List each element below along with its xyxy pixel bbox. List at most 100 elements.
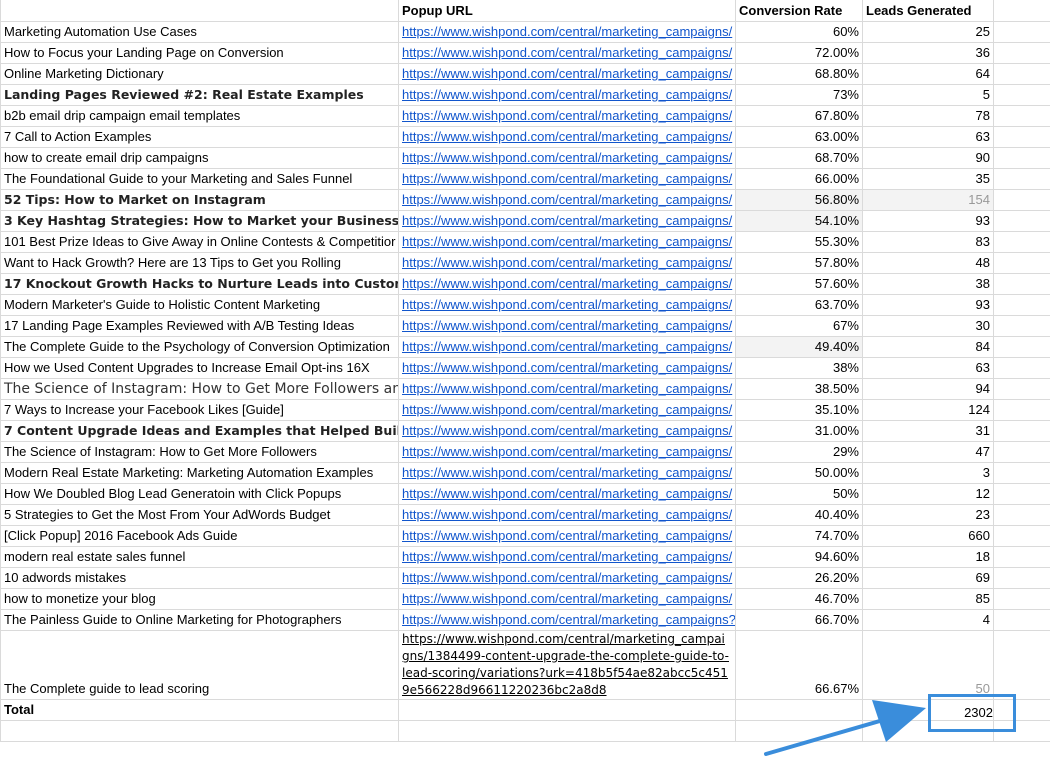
url-cell[interactable]: https://www.wishpond.com/central/marketi…: [398, 168, 736, 190]
rate-cell[interactable]: 40.40%: [735, 504, 863, 526]
header-cell-title[interactable]: [0, 0, 399, 22]
empty-cell[interactable]: [993, 42, 1050, 64]
url-cell[interactable]: https://www.wishpond.com/central/marketi…: [398, 504, 736, 526]
empty-cell[interactable]: [993, 147, 1050, 169]
empty-cell[interactable]: [398, 699, 736, 721]
title-cell[interactable]: Landing Pages Reviewed #2: Real Estate E…: [0, 84, 399, 106]
url-cell[interactable]: https://www.wishpond.com/central/marketi…: [398, 399, 736, 421]
url-cell[interactable]: https://www.wishpond.com/central/marketi…: [398, 357, 736, 379]
rate-cell[interactable]: 68.80%: [735, 63, 863, 85]
title-cell[interactable]: Modern Real Estate Marketing: Marketing …: [0, 462, 399, 484]
title-cell[interactable]: 17 Knockout Growth Hacks to Nurture Lead…: [0, 273, 399, 295]
leads-cell[interactable]: 154: [862, 189, 994, 211]
url-cell[interactable]: https://www.wishpond.com/central/marketi…: [398, 84, 736, 106]
rate-cell[interactable]: 63.00%: [735, 126, 863, 148]
rate-cell[interactable]: 49.40%: [735, 336, 863, 358]
title-cell[interactable]: The Complete Guide to the Psychology of …: [0, 336, 399, 358]
title-cell[interactable]: How we Used Content Upgrades to Increase…: [0, 357, 399, 379]
empty-cell[interactable]: [993, 168, 1050, 190]
url-cell-text[interactable]: https://www.wishpond.com/central/marketi…: [402, 465, 732, 480]
url-cell-text[interactable]: https://www.wishpond.com/central/marketi…: [402, 66, 732, 81]
url-cell[interactable]: https://www.wishpond.com/central/marketi…: [398, 147, 736, 169]
empty-cell[interactable]: [993, 105, 1050, 127]
header-cell-popup-url[interactable]: Popup URL: [398, 0, 736, 22]
url-cell[interactable]: https://www.wishpond.com/central/marketi…: [398, 441, 736, 463]
rate-cell[interactable]: 63.70%: [735, 294, 863, 316]
url-cell-text[interactable]: https://www.wishpond.com/central/marketi…: [402, 528, 732, 543]
url-cell[interactable]: https://www.wishpond.com/central/marketi…: [398, 231, 736, 253]
empty-cell[interactable]: [398, 720, 736, 742]
title-cell[interactable]: Modern Marketer's Guide to Holistic Cont…: [0, 294, 399, 316]
url-cell[interactable]: https://www.wishpond.com/central/marketi…: [398, 210, 736, 232]
leads-cell[interactable]: 48: [862, 252, 994, 274]
leads-cell[interactable]: 35: [862, 168, 994, 190]
leads-cell[interactable]: 93: [862, 294, 994, 316]
url-cell[interactable]: https://www.wishpond.com/central/marketi…: [398, 63, 736, 85]
title-cell[interactable]: 7 Content Upgrade Ideas and Examples tha…: [0, 420, 399, 442]
empty-cell[interactable]: [993, 462, 1050, 484]
title-cell[interactable]: how to monetize your blog: [0, 588, 399, 610]
leads-cell[interactable]: 63: [862, 357, 994, 379]
leads-cell[interactable]: 5: [862, 84, 994, 106]
empty-cell[interactable]: [993, 21, 1050, 43]
empty-cell[interactable]: [993, 609, 1050, 631]
leads-cell[interactable]: 124: [862, 399, 994, 421]
rate-cell[interactable]: 35.10%: [735, 399, 863, 421]
empty-cell[interactable]: [0, 720, 399, 742]
rate-cell[interactable]: 38%: [735, 357, 863, 379]
url-cell-text[interactable]: https://www.wishpond.com/central/marketi…: [402, 318, 732, 333]
leads-cell[interactable]: 83: [862, 231, 994, 253]
url-cell-text[interactable]: https://www.wishpond.com/central/marketi…: [402, 171, 732, 186]
title-cell[interactable]: 17 Landing Page Examples Reviewed with A…: [0, 315, 399, 337]
title-cell[interactable]: 10 adwords mistakes: [0, 567, 399, 589]
empty-cell[interactable]: [993, 273, 1050, 295]
empty-cell[interactable]: [993, 126, 1050, 148]
title-cell[interactable]: 7 Ways to Increase your Facebook Likes […: [0, 399, 399, 421]
url-cell-text[interactable]: https://www.wishpond.com/central/marketi…: [402, 507, 732, 522]
rate-cell[interactable]: 50.00%: [735, 462, 863, 484]
url-cell-text[interactable]: https://www.wishpond.com/central/marketi…: [402, 570, 732, 585]
empty-cell[interactable]: [993, 630, 1050, 700]
url-cell[interactable]: https://www.wishpond.com/central/marketi…: [398, 630, 736, 700]
rate-cell[interactable]: 57.60%: [735, 273, 863, 295]
title-cell[interactable]: The Painless Guide to Online Marketing f…: [0, 609, 399, 631]
leads-cell[interactable]: 38: [862, 273, 994, 295]
empty-cell[interactable]: [993, 0, 1050, 22]
url-cell-text[interactable]: https://www.wishpond.com/central/marketi…: [402, 255, 732, 270]
rate-cell[interactable]: 66.70%: [735, 609, 863, 631]
url-cell-text[interactable]: https://www.wishpond.com/central/marketi…: [402, 486, 732, 501]
title-cell[interactable]: 52 Tips: How to Market on Instagram: [0, 189, 399, 211]
url-cell-text[interactable]: https://www.wishpond.com/central/marketi…: [402, 129, 732, 144]
leads-cell[interactable]: 47: [862, 441, 994, 463]
empty-cell[interactable]: [993, 252, 1050, 274]
rate-cell[interactable]: 31.00%: [735, 420, 863, 442]
url-cell[interactable]: https://www.wishpond.com/central/marketi…: [398, 525, 736, 547]
leads-cell[interactable]: 93: [862, 210, 994, 232]
url-cell[interactable]: https://www.wishpond.com/central/marketi…: [398, 42, 736, 64]
rate-cell[interactable]: 56.80%: [735, 189, 863, 211]
leads-cell[interactable]: 50: [862, 630, 994, 700]
url-cell-text[interactable]: https://www.wishpond.com/central/marketi…: [402, 612, 735, 627]
url-cell[interactable]: https://www.wishpond.com/central/marketi…: [398, 483, 736, 505]
url-cell-text[interactable]: https://www.wishpond.com/central/marketi…: [402, 423, 732, 438]
url-cell-text[interactable]: https://www.wishpond.com/central/marketi…: [402, 297, 732, 312]
url-cell[interactable]: https://www.wishpond.com/central/marketi…: [398, 567, 736, 589]
title-cell[interactable]: Marketing Automation Use Cases: [0, 21, 399, 43]
rate-cell[interactable]: 74.70%: [735, 525, 863, 547]
title-cell[interactable]: 3 Key Hashtag Strategies: How to Market …: [0, 210, 399, 232]
url-cell[interactable]: https://www.wishpond.com/central/marketi…: [398, 105, 736, 127]
leads-cell[interactable]: 23: [862, 504, 994, 526]
url-cell-text[interactable]: https://www.wishpond.com/central/marketi…: [402, 192, 732, 207]
url-cell-text[interactable]: https://www.wishpond.com/central/marketi…: [402, 24, 732, 39]
empty-cell[interactable]: [993, 588, 1050, 610]
empty-cell[interactable]: [993, 336, 1050, 358]
url-cell[interactable]: https://www.wishpond.com/central/marketi…: [398, 609, 736, 631]
rate-cell[interactable]: 38.50%: [735, 378, 863, 400]
url-cell-text[interactable]: https://www.wishpond.com/central/marketi…: [402, 213, 732, 228]
header-cell-leads-generated[interactable]: Leads Generated: [862, 0, 994, 22]
rate-cell[interactable]: 54.10%: [735, 210, 863, 232]
rate-cell[interactable]: 72.00%: [735, 42, 863, 64]
url-cell[interactable]: https://www.wishpond.com/central/marketi…: [398, 126, 736, 148]
url-cell[interactable]: https://www.wishpond.com/central/marketi…: [398, 21, 736, 43]
empty-cell[interactable]: [993, 378, 1050, 400]
